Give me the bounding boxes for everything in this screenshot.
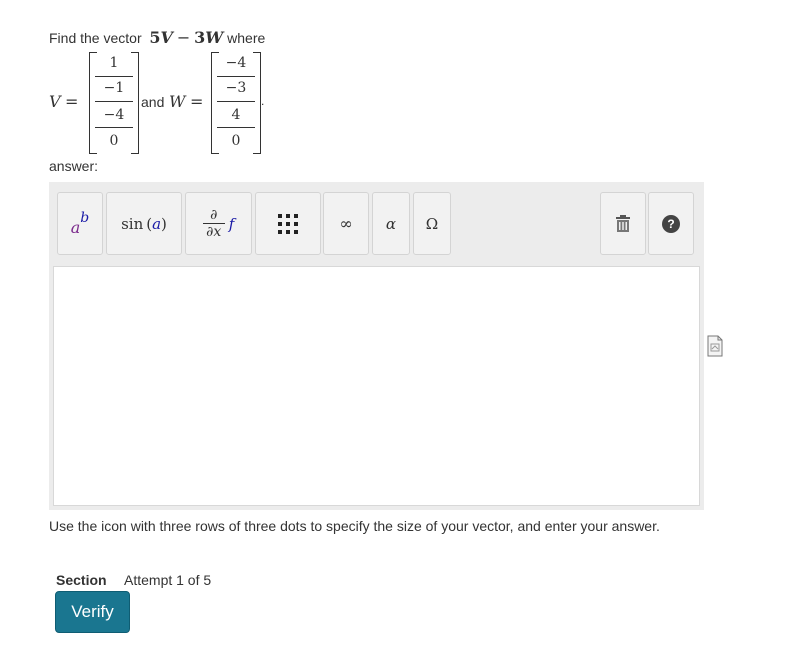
greek-upper-button[interactable]: Ω xyxy=(413,192,451,255)
document-icon[interactable] xyxy=(707,335,723,362)
infinity-button[interactable]: ∞ xyxy=(323,192,369,255)
superscript-base: a xyxy=(70,218,81,237)
var-v: V xyxy=(160,28,173,47)
v-equals: = xyxy=(65,92,79,111)
w-entry-3: 4 xyxy=(231,107,241,123)
instruction-text: Use the icon with three rows of three do… xyxy=(49,518,660,534)
help-button[interactable]: ? xyxy=(648,192,694,255)
question-prefix: Find the vector xyxy=(49,30,142,46)
coef-3: 3 xyxy=(194,28,206,47)
alpha-icon: α xyxy=(385,214,397,233)
w-equals: = xyxy=(190,92,204,111)
deriv-function: f xyxy=(228,214,235,233)
superscript-button[interactable]: ab xyxy=(57,192,103,255)
matrix-v: 1 −1 −4 0 xyxy=(89,52,139,154)
v-entry-4: 0 xyxy=(109,133,119,149)
help-icon: ? xyxy=(662,214,680,233)
matrix-size-button[interactable] xyxy=(255,192,321,255)
var-w: W xyxy=(205,28,224,47)
math-editor: ab sin (a) ∂ ∂x f ∞ α Ω ? xyxy=(49,182,704,510)
v-entry-3: −4 xyxy=(103,107,125,123)
infinity-icon: ∞ xyxy=(339,214,353,233)
superscript-exp: b xyxy=(80,209,90,226)
attempt-counter: Attempt 1 of 5 xyxy=(124,572,212,588)
trig-function-button[interactable]: sin (a) xyxy=(106,192,182,255)
v-entry-2: −1 xyxy=(103,80,125,96)
coef-5: 5 xyxy=(149,28,161,47)
matrix-w: −4 −3 4 0 xyxy=(211,52,261,154)
matrix-dots-icon xyxy=(278,213,298,234)
question-text: Find the vector 5V − 3W where xyxy=(49,28,265,47)
question-suffix: where xyxy=(227,30,266,46)
trig-fn-label: sin xyxy=(121,214,144,233)
trash-icon xyxy=(616,214,630,232)
answer-label: answer: xyxy=(49,158,99,174)
derivative-button[interactable]: ∂ ∂x f xyxy=(185,192,252,255)
period: . xyxy=(261,94,265,108)
v-entry-1: 1 xyxy=(109,55,119,71)
w-label: W xyxy=(169,92,186,111)
vector-definitions: V = 1 −1 −4 0 and W = −4 −3 4 0 . xyxy=(47,52,287,154)
minus-sign: − xyxy=(176,28,191,47)
greek-lower-button[interactable]: α xyxy=(372,192,410,255)
answer-input-area[interactable] xyxy=(53,266,700,506)
w-entry-2: −3 xyxy=(225,80,247,96)
w-entry-1: −4 xyxy=(225,55,247,71)
w-entry-4: 0 xyxy=(231,133,241,149)
deriv-numerator: ∂ xyxy=(210,207,218,223)
deriv-denominator: ∂x xyxy=(206,224,222,240)
clear-button[interactable] xyxy=(600,192,646,255)
v-label: V xyxy=(49,92,61,111)
verify-button[interactable]: Verify xyxy=(55,591,130,633)
trig-arg: a xyxy=(152,214,162,233)
and-text: and xyxy=(141,94,165,110)
omega-icon: Ω xyxy=(425,214,439,233)
section-label: Section xyxy=(56,572,107,588)
